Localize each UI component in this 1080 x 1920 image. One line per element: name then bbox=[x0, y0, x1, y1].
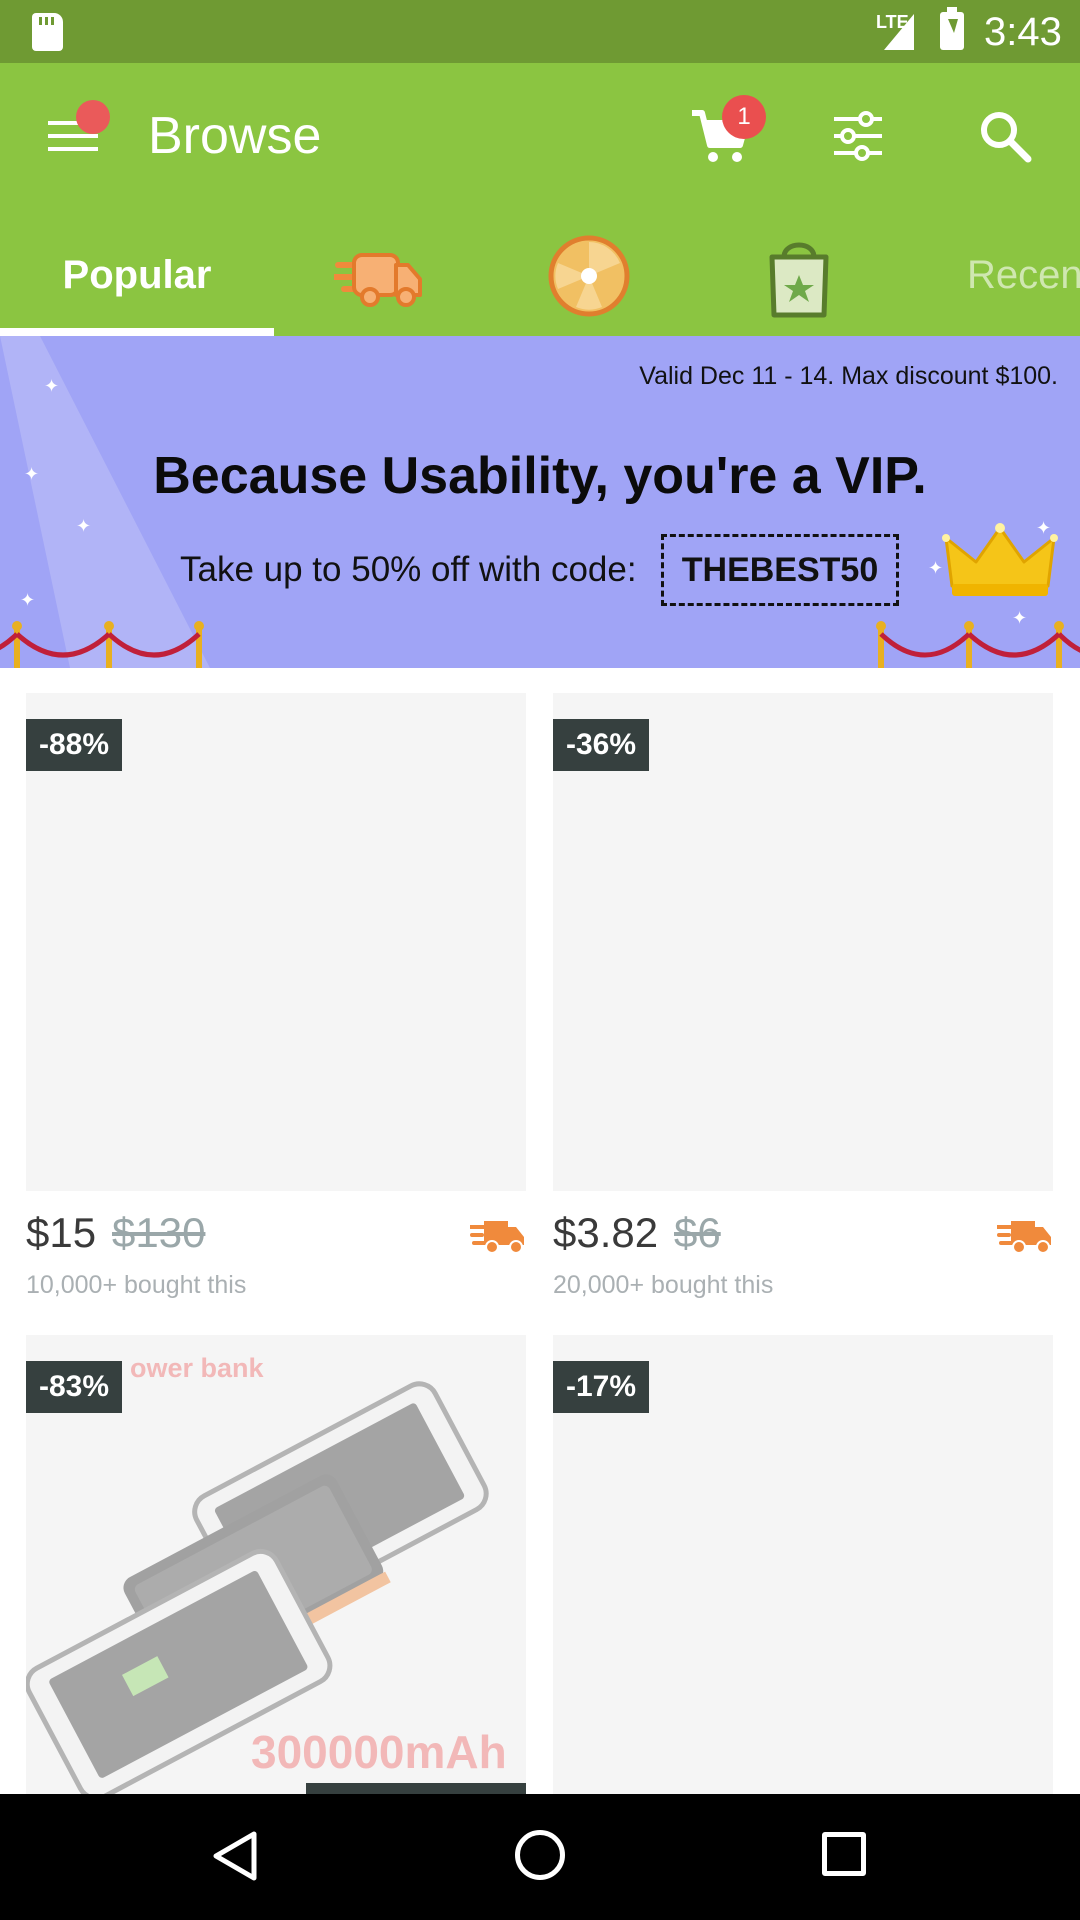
sparkle-decoration: ✦ bbox=[20, 590, 36, 610]
fast-shipping-icon[interactable] bbox=[334, 231, 424, 321]
tab-indicator bbox=[0, 328, 274, 336]
menu-notification-dot bbox=[76, 100, 110, 134]
signal-icon bbox=[884, 14, 914, 50]
system-nav-bar bbox=[0, 1794, 1080, 1920]
promo-banner[interactable]: ✦ ✦ ✦ ✦ ✦ ✦ ✦ Valid Dec 11 - 14. Max dis… bbox=[0, 336, 1080, 668]
status-bar: LTE 3:43 bbox=[0, 0, 1080, 63]
discount-badge: -88% bbox=[26, 719, 123, 771]
sparkle-decoration: ✦ bbox=[44, 376, 60, 396]
category-tabs: Popular Recen bbox=[0, 209, 1080, 336]
velvet-rope-decoration bbox=[0, 621, 1080, 668]
bought-count: 20,000+ bought this bbox=[553, 1271, 774, 1299]
prize-wheel-icon[interactable] bbox=[544, 231, 634, 321]
home-icon[interactable] bbox=[515, 1830, 565, 1880]
back-icon[interactable] bbox=[212, 1830, 258, 1882]
discount-badge: -36% bbox=[553, 719, 650, 771]
app-bar: Browse 1 bbox=[0, 63, 1080, 209]
sparkle-decoration: ✦ bbox=[76, 516, 92, 536]
product-price: $15 bbox=[26, 1209, 97, 1256]
fast-shipping-icon bbox=[470, 1221, 524, 1254]
product-price: $3.82 bbox=[553, 1209, 659, 1256]
original-price: $6 bbox=[674, 1209, 721, 1256]
original-price: $130 bbox=[112, 1209, 206, 1256]
shopping-bag-icon[interactable] bbox=[754, 231, 844, 321]
discount-badge: -83% bbox=[26, 1361, 123, 1413]
tab-popular[interactable]: Popular bbox=[0, 209, 274, 336]
image-caption-bottom: 300000mAh bbox=[251, 1726, 507, 1778]
cart-count-badge: 1 bbox=[722, 95, 766, 139]
clock: 3:43 bbox=[984, 10, 1062, 54]
recents-icon[interactable] bbox=[822, 1832, 866, 1876]
battery-charging-icon bbox=[940, 7, 964, 50]
filter-icon[interactable] bbox=[832, 111, 884, 161]
bought-count: 10,000+ bought this bbox=[26, 1271, 247, 1299]
tab-popular-label: Popular bbox=[62, 253, 212, 297]
fast-shipping-icon bbox=[997, 1221, 1051, 1254]
image-caption-top: ower bank bbox=[130, 1353, 264, 1383]
page-title: Browse bbox=[148, 107, 322, 165]
banner-offer-text: Take up to 50% off with code: bbox=[180, 550, 637, 589]
tab-recent[interactable]: Recen bbox=[967, 253, 1080, 298]
banner-headline: Because Usability, you're a VIP. bbox=[153, 447, 927, 505]
banner-validity: Valid Dec 11 - 14. Max discount $100. bbox=[639, 362, 1058, 390]
sd-card-icon bbox=[32, 13, 63, 51]
search-icon[interactable] bbox=[978, 109, 1032, 163]
discount-badge: -17% bbox=[553, 1361, 650, 1413]
promo-code[interactable]: THEBEST50 bbox=[661, 534, 899, 606]
crown-icon bbox=[942, 523, 1058, 596]
